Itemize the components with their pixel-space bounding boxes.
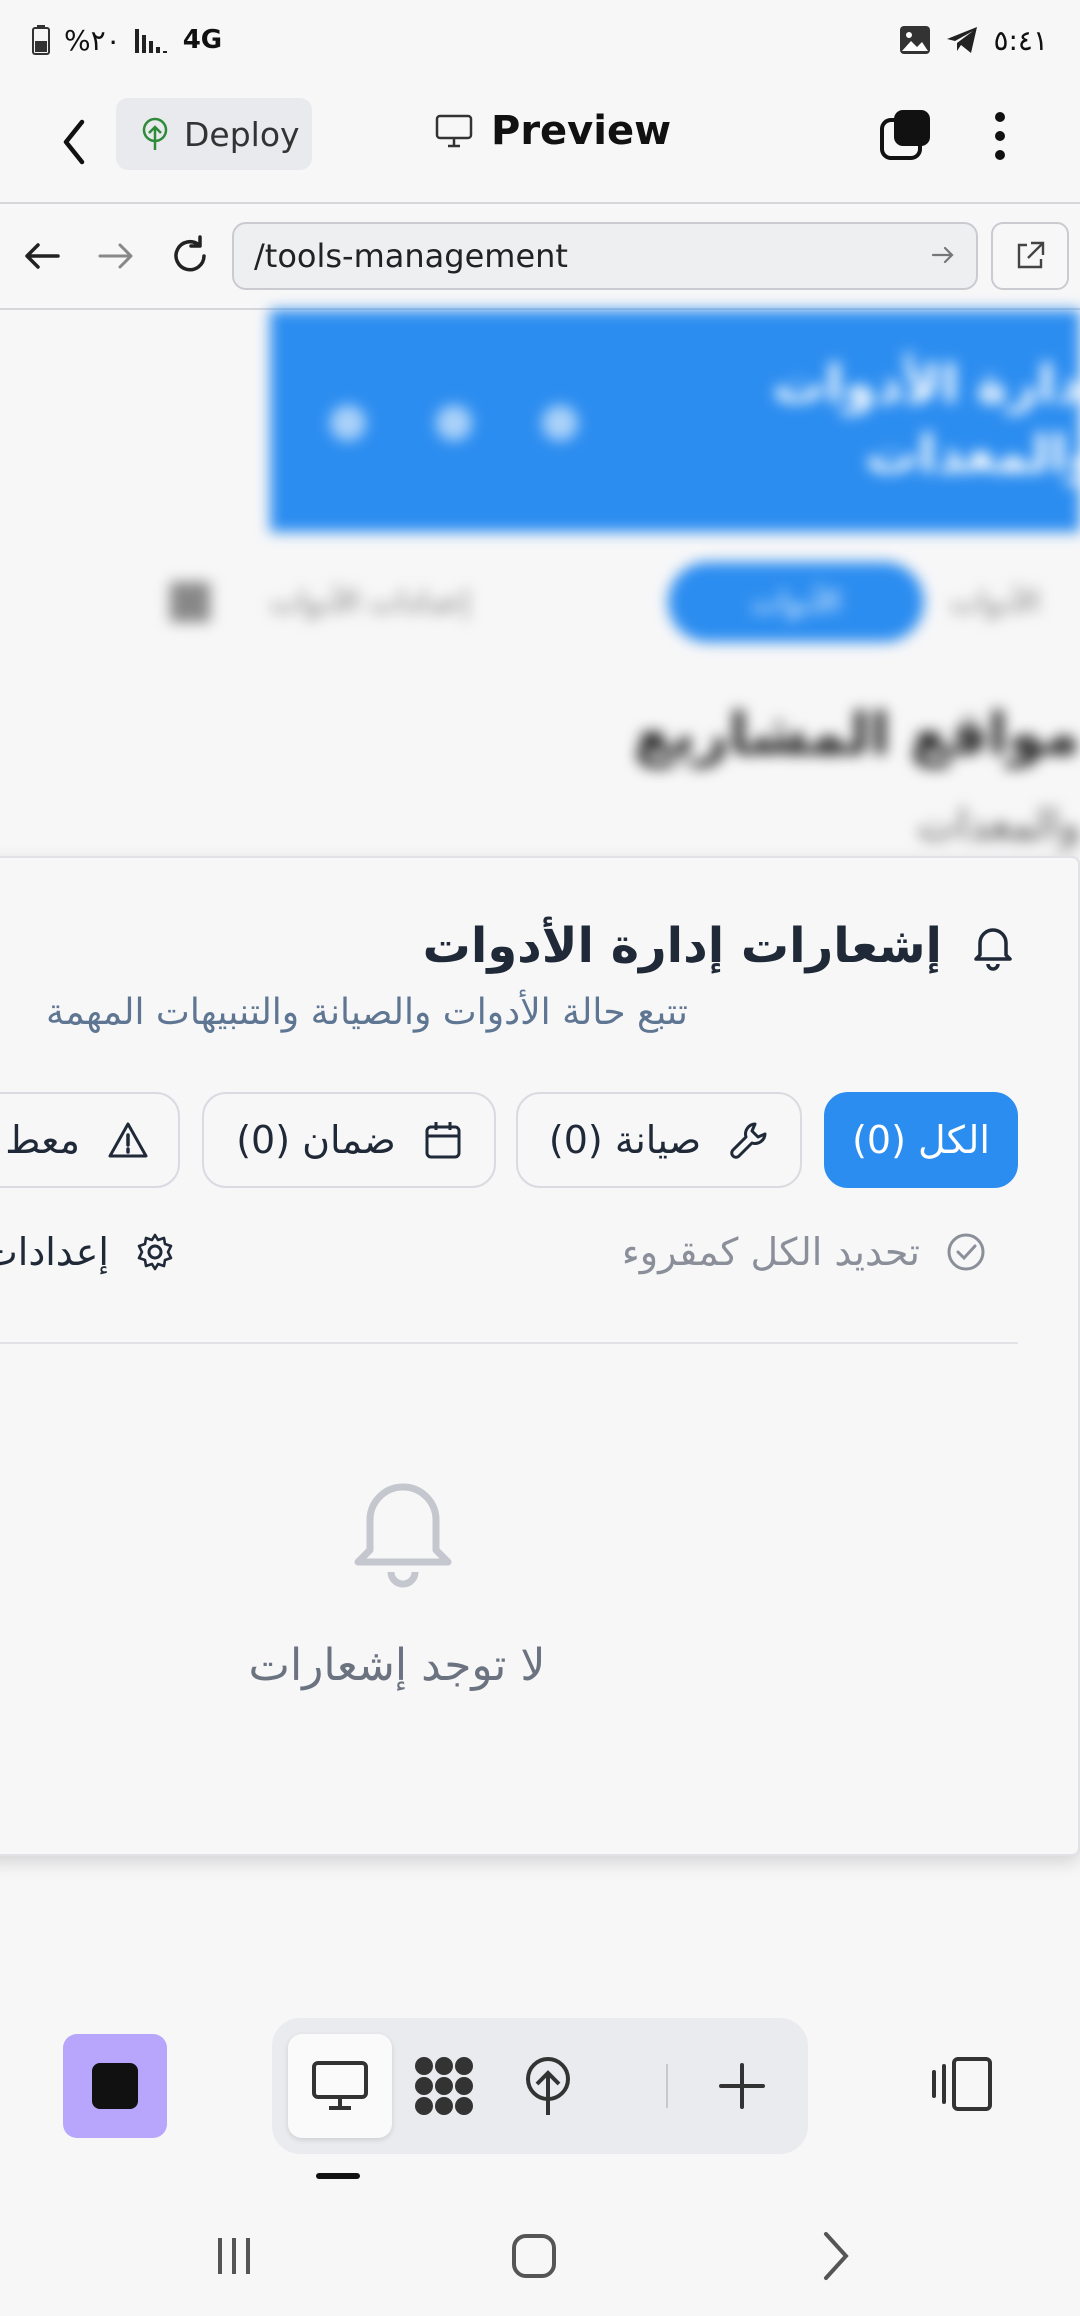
preview-view-button[interactable] <box>288 2034 392 2138</box>
filter-all-label: الكل (0) <box>852 1118 990 1162</box>
reload-icon[interactable] <box>166 232 214 280</box>
preview-label: Preview <box>491 108 672 154</box>
deploy-label: Deploy <box>184 114 300 154</box>
preview-title[interactable]: Preview <box>435 108 671 154</box>
recent-apps-icon[interactable] <box>204 2226 264 2286</box>
filter-broken-label: معط <box>5 1118 80 1162</box>
mark-all-read-label: تحديد الكل كمقروء <box>621 1230 920 1274</box>
nav-item-tools-settings: إعدادات الأدوات <box>270 585 470 620</box>
divider <box>0 1342 1018 1344</box>
panel-subtitle: تتبع حالة الأدوات والصيانة والتنبيهات ال… <box>46 992 688 1033</box>
back-icon[interactable] <box>50 112 100 172</box>
settings-button[interactable]: إعدادات <box>0 1230 202 1274</box>
nav-item-left: الأدوات <box>950 585 1040 620</box>
monitor-icon <box>312 2061 368 2110</box>
external-link-icon <box>1017 241 1045 269</box>
battery-icon <box>32 25 50 55</box>
deploy-icon <box>142 117 168 150</box>
gear-icon <box>137 1233 173 1271</box>
apps-view-button[interactable] <box>392 2034 496 2138</box>
filter-broken[interactable]: معط <box>0 1092 180 1188</box>
browser-forward-icon[interactable] <box>92 232 140 280</box>
more-options-icon[interactable] <box>980 106 1020 166</box>
network-type: 4G <box>182 25 223 55</box>
banner-dots <box>330 405 578 441</box>
add-button[interactable] <box>690 2034 794 2138</box>
mark-all-read-button[interactable]: تحديد الكل كمقروء <box>622 1230 986 1274</box>
wrench-icon <box>730 1122 767 1159</box>
panel-header: إشعارات إدارة الأدوات <box>423 918 1018 974</box>
filter-maintenance-label: صيانة (0) <box>548 1118 702 1162</box>
status-bar: ٢٠% 4G ٥:٤١ <box>0 0 1080 80</box>
grid-blob-icon <box>415 2057 473 2115</box>
browser-toolbar: /tools-management <box>0 204 1080 308</box>
filter-maintenance[interactable]: صيانة (0) <box>516 1092 802 1188</box>
filter-warranty[interactable]: ضمان (0) <box>202 1092 496 1188</box>
background-page: إدارة الأدوات والمعدات الأدوات الأدوات إ… <box>0 310 1080 870</box>
page-heading: مواقع المشاريع <box>633 700 1080 768</box>
app-bar: Deploy Preview <box>0 80 1080 202</box>
plus-icon <box>719 2063 765 2109</box>
page-subheading: والمعدات <box>917 800 1080 849</box>
filter-all[interactable]: الكل (0) <box>824 1092 1018 1188</box>
page-banner: إدارة الأدوات والمعدات <box>270 310 1080 532</box>
url-text: /tools-management <box>254 237 568 275</box>
settings-label: إعدادات <box>0 1230 109 1274</box>
monitor-icon <box>435 114 473 148</box>
tabs-stack-icon[interactable] <box>878 106 936 164</box>
go-arrow-icon[interactable] <box>930 242 956 268</box>
notifications-panel: إشعارات إدارة الأدوات تتبع حالة الأدوات … <box>0 856 1080 1856</box>
clock: ٥:٤١ <box>993 23 1048 57</box>
stop-icon <box>92 2063 138 2109</box>
nav-icon <box>170 582 210 622</box>
deploy-view-button[interactable] <box>496 2034 600 2138</box>
empty-state-text: لا توجد إشعارات <box>248 1640 546 1691</box>
nav-active-pill: الأدوات <box>668 562 924 642</box>
deploy-icon <box>526 2057 570 2115</box>
warning-icon <box>108 1122 148 1158</box>
telegram-icon <box>947 27 978 53</box>
screen: ٢٠% 4G ٥:٤١ Deploy Preview /tools-manage… <box>0 0 1080 2316</box>
empty-bell-icon <box>354 1483 452 1588</box>
panel-title: إشعارات إدارة الأدوات <box>422 918 942 974</box>
image-notification-icon <box>900 26 931 54</box>
nav-back-icon[interactable] <box>806 2226 866 2286</box>
url-field[interactable]: /tools-management <box>232 222 978 290</box>
battery-percent: ٢٠% <box>64 23 121 57</box>
signal-icon <box>134 29 167 53</box>
toolbar-divider <box>666 2064 668 2108</box>
home-icon[interactable] <box>504 2226 564 2286</box>
banner-title: إدارة الأدوات والمعدات <box>773 355 1080 485</box>
view-switcher <box>272 2018 808 2154</box>
filter-warranty-label: ضمان (0) <box>236 1118 396 1162</box>
sidebar-toggle-icon[interactable] <box>930 2054 994 2114</box>
browser-back-icon[interactable] <box>18 232 66 280</box>
open-external-button[interactable] <box>991 222 1069 290</box>
deploy-button[interactable]: Deploy <box>116 98 312 170</box>
stop-button[interactable] <box>63 2034 167 2138</box>
calendar-icon <box>425 1122 461 1159</box>
bell-icon <box>974 928 1012 971</box>
active-indicator <box>316 2173 360 2179</box>
check-circle-icon <box>947 1233 985 1271</box>
